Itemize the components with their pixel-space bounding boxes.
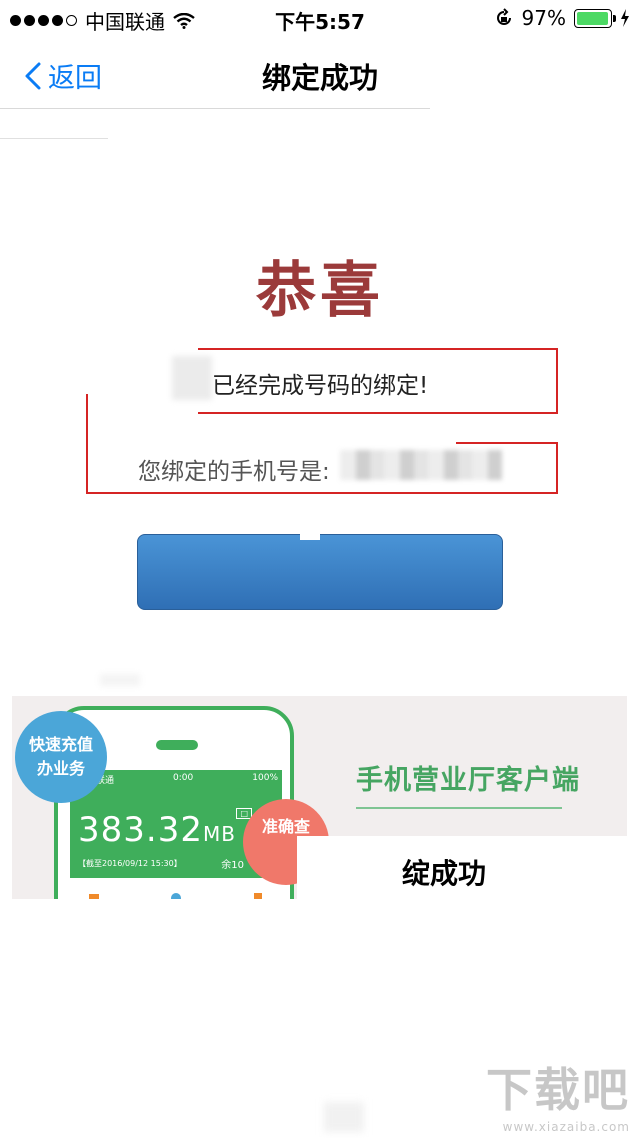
chart-icon	[171, 893, 181, 899]
phone-status: 中国联通 0:00 100%	[78, 773, 278, 786]
congrats-heading: 恭喜	[256, 256, 384, 326]
navigation-bar: 返回 绑定成功	[0, 40, 640, 108]
status-bar: 中国联通 下午5:57 97%	[0, 0, 640, 40]
smudge	[100, 674, 140, 686]
usage-remaining: 余10	[221, 860, 244, 871]
battery-icon	[574, 8, 616, 28]
promo-banner[interactable]: 中国联通 0:00 100% 383.32MB □ 【截至2016/09/12 …	[12, 696, 627, 899]
usage-number: 383.32	[78, 810, 203, 850]
phone-speaker	[156, 740, 198, 750]
divider-fragment	[0, 138, 108, 139]
badge-line: 快速充值	[28, 735, 93, 754]
highlight-box-phone-right	[556, 442, 558, 494]
usage-value: 383.32MB	[78, 810, 236, 850]
badge-quick-recharge: 快速充值 办业务	[15, 711, 107, 803]
battery-fill	[577, 11, 609, 25]
battery-percent: 97%	[521, 6, 566, 30]
nav-divider	[0, 108, 430, 109]
banner-tail-text: 绽成功	[402, 857, 487, 890]
status-right: 97%	[494, 6, 630, 30]
bound-phone-label: 您绑定的手机号是:	[138, 459, 330, 485]
badge-line: 办业务	[36, 759, 85, 778]
banner-underline	[356, 807, 562, 809]
smudge	[324, 1102, 364, 1132]
orientation-lock-icon	[496, 8, 511, 25]
watermark-logo: 下载吧	[486, 1063, 630, 1117]
highlight-box-phone-top	[456, 442, 558, 444]
charging-bolt-icon	[621, 9, 629, 27]
watermark-url: www.xiazaiba.com	[502, 1120, 630, 1134]
card-icon	[254, 893, 262, 899]
page-title: 绑定成功	[261, 61, 378, 95]
blurred-phone-number	[340, 450, 502, 480]
usage-date: 【截至2016/09/12 15:30】	[78, 859, 182, 868]
confirm-button[interactable]	[137, 534, 503, 610]
phone-time: 0:00	[173, 773, 194, 783]
button-notch	[300, 530, 320, 540]
banner-title: 手机营业厅客户端	[356, 765, 580, 796]
phone-battery: 100%	[252, 773, 278, 783]
usage-unit: MB	[202, 822, 236, 846]
watermark: 下载吧 www.xiazaiba.com	[486, 1054, 630, 1134]
phone-app-icons	[88, 892, 264, 899]
calendar-icon	[89, 894, 99, 899]
